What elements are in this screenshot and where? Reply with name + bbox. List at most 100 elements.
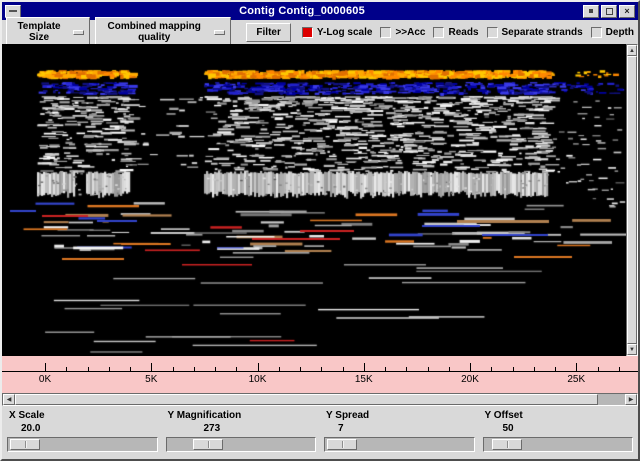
scroll-down-arrow[interactable]: ▼ (627, 344, 637, 355)
checkbox-indicator (302, 27, 313, 38)
checkbox-label: Y-Log scale (317, 27, 373, 38)
ruler-minor-tick (534, 367, 535, 372)
ruler-tick-label: 15K (355, 374, 373, 385)
scale-slider-thumb[interactable] (327, 439, 357, 450)
ruler-major-tick (45, 363, 46, 372)
ruler-tick-label: 5K (145, 374, 157, 385)
scroll-left-arrow[interactable]: ◀ (3, 394, 15, 405)
minimize-button[interactable] (583, 5, 599, 18)
template-size-menubutton[interactable]: Template Size (6, 17, 90, 47)
ruler-minor-tick (88, 367, 89, 372)
maximize-button[interactable] (601, 5, 617, 18)
checkbox-indicator (433, 27, 444, 38)
ruler-major-tick (258, 363, 259, 372)
ruler-minor-tick (513, 367, 514, 372)
minimize-icon (589, 9, 593, 13)
scale-slider-x-scale[interactable] (7, 437, 158, 452)
close-button[interactable]: × (619, 5, 635, 18)
checkbox-separate-strands[interactable]: Separate strands (487, 27, 583, 38)
ruler-baseline (2, 371, 638, 372)
template-size-label: Template Size (12, 21, 66, 43)
scale-label: Y Offset (483, 409, 634, 422)
checkbox-y-log-scale[interactable]: Y-Log scale (302, 27, 373, 38)
app-window: Contig Contig_0000605 × Template Size Co… (0, 0, 640, 461)
mapping-quality-label: Combined mapping quality (101, 21, 207, 43)
ruler-minor-tick (406, 367, 407, 372)
vertical-scrollbar[interactable]: ▲ ▼ (626, 44, 638, 356)
checkbox-depth[interactable]: Depth (591, 27, 634, 38)
checkbox-label: Depth (606, 27, 634, 38)
maximize-icon (606, 8, 613, 15)
scale-slider-y-magnification[interactable] (166, 437, 317, 452)
control-x-scale: X Scale20.0 (4, 408, 161, 459)
checkbox-acc[interactable]: >>Acc (380, 27, 425, 38)
ruler-minor-tick (279, 367, 280, 372)
scale-slider-thumb[interactable] (10, 439, 40, 450)
ruler: 0K 5K 10K 15K 20K 25K (2, 356, 638, 393)
window-title: Contig Contig_0000605 (22, 5, 582, 17)
ruler-minor-tick (428, 367, 429, 372)
scale-label: X Scale (7, 409, 158, 422)
window-menu-icon (9, 10, 17, 12)
window-menu-button[interactable] (5, 5, 21, 18)
toolbar: Template Size Combined mapping quality F… (2, 20, 638, 44)
ruler-minor-tick (300, 367, 301, 372)
toolbar-checkboxes: Y-Log scale >>Acc Reads Separate strands Dep… (302, 27, 634, 38)
checkbox-indicator (487, 27, 498, 38)
ruler-minor-tick (555, 367, 556, 372)
scale-label: Y Spread (324, 409, 475, 422)
scale-slider-thumb[interactable] (492, 439, 522, 450)
menu-indicator-icon (214, 30, 225, 35)
checkbox-label: >>Acc (395, 27, 425, 38)
ruler-tick-label: 0K (39, 374, 51, 385)
template-display-area: ▲ ▼ (2, 44, 638, 356)
controls-panel: X Scale20.0Y Magnification273Y Spread7Y … (2, 406, 638, 459)
mapping-quality-menubutton[interactable]: Combined mapping quality (95, 17, 231, 47)
control-y-magnification: Y Magnification273 (163, 408, 320, 459)
ruler-minor-tick (598, 367, 599, 372)
checkbox-indicator (591, 27, 602, 38)
ruler-minor-tick (215, 367, 216, 372)
scale-label: Y Magnification (166, 409, 317, 422)
ruler-major-tick (364, 363, 365, 372)
ruler-minor-tick (449, 367, 450, 372)
ruler-minor-tick (66, 367, 67, 372)
ruler-tick-label: 25K (567, 374, 585, 385)
scale-slider-y-offset[interactable] (483, 437, 634, 452)
ruler-minor-tick (130, 367, 131, 372)
scroll-right-arrow[interactable]: ▶ (625, 394, 637, 405)
ruler-minor-tick (321, 367, 322, 372)
checkbox-label: Separate strands (502, 27, 583, 38)
scale-value: 7 (324, 422, 475, 435)
ruler-minor-tick (194, 367, 195, 372)
ruler-minor-tick (343, 367, 344, 372)
control-y-offset: Y Offset50 (480, 408, 637, 459)
checkbox-label: Reads (448, 27, 478, 38)
scroll-up-arrow[interactable]: ▲ (627, 45, 637, 56)
ruler-minor-tick (109, 367, 110, 372)
scale-slider-y-spread[interactable] (324, 437, 475, 452)
scale-slider-thumb[interactable] (193, 439, 223, 450)
close-icon: × (624, 7, 629, 16)
ruler-minor-tick (236, 367, 237, 372)
scale-value: 273 (166, 422, 317, 435)
filter-button[interactable]: Filter (246, 23, 290, 42)
template-display-canvas[interactable] (2, 44, 626, 356)
checkbox-indicator (380, 27, 391, 38)
vertical-scrollbar-thumb[interactable] (627, 56, 637, 344)
control-y-spread: Y Spread7 (321, 408, 478, 459)
scale-value: 20.0 (7, 422, 158, 435)
ruler-major-tick (151, 363, 152, 372)
checkbox-reads[interactable]: Reads (433, 27, 478, 38)
menu-indicator-icon (73, 30, 84, 35)
horizontal-scrollbar-thumb[interactable] (15, 394, 598, 405)
ruler-minor-tick (385, 367, 386, 372)
ruler-major-tick (470, 363, 471, 372)
ruler-tick-label: 20K (461, 374, 479, 385)
ruler-minor-tick (491, 367, 492, 372)
ruler-minor-tick (619, 367, 620, 372)
horizontal-scrollbar[interactable]: ◀ ▶ (2, 393, 638, 406)
ruler-tick-label: 10K (249, 374, 267, 385)
scale-value: 50 (483, 422, 634, 435)
ruler-major-tick (576, 363, 577, 372)
